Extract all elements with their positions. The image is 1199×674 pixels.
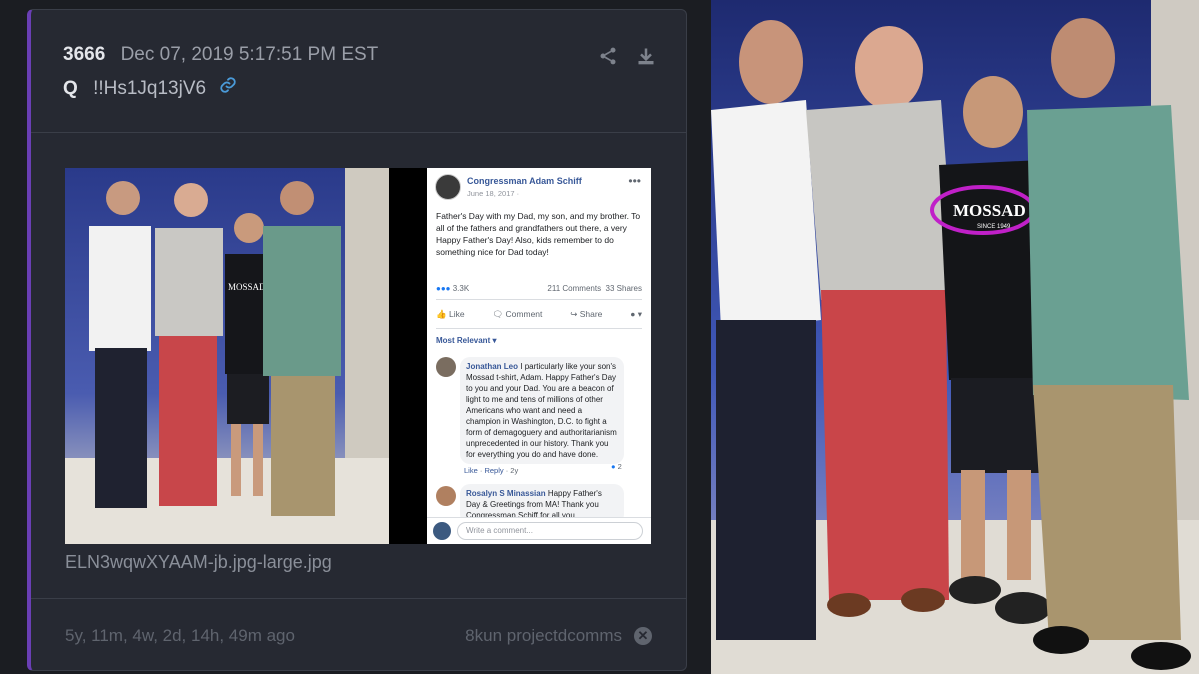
comment-like-link[interactable]: Like (464, 466, 478, 475)
audience-selector[interactable]: ● ▾ (630, 309, 642, 320)
fb-comment-count: 211 Comments (547, 284, 602, 293)
enlarged-photo: MOSSAD SINCE 1949 (711, 0, 1199, 674)
attached-image[interactable]: MOSSAD Congressman Adam Schiff June 18, … (65, 168, 651, 544)
fb-comment-button[interactable]: 🗨 Comment (492, 309, 542, 320)
post-author: Q (63, 78, 78, 99)
fb-divider (436, 328, 642, 329)
image-filename[interactable]: ELN3wqwXYAAM-jb.jpg-large.jpg (65, 552, 332, 573)
fb-divider (436, 299, 642, 300)
post-number[interactable]: 3666 (63, 44, 105, 65)
family-photo-thumbnail: MOSSAD (65, 168, 389, 544)
fb-reaction-count: ●●● 3.3K (436, 284, 470, 293)
fb-page-name[interactable]: Congressman Adam Schiff (467, 176, 582, 186)
comment-text: I particularly like your son's Mossad t-… (466, 362, 617, 459)
fb-reaction-bar: ●●● 3.3K 211 Comments 33 Shares (436, 284, 642, 293)
reaction-icons: ●●● (436, 284, 451, 293)
more-options-icon[interactable]: ••• (628, 174, 641, 188)
fb-action-buttons: 👍 Like 🗨 Comment ↪ Share ● ▾ (436, 309, 642, 320)
share-arrow-icon: ↪ (570, 309, 578, 319)
comment-age: 2y (510, 466, 519, 475)
link-icon[interactable] (219, 77, 237, 98)
comment-like-count: ● 2 (611, 462, 622, 471)
comment-author[interactable]: Rosalyn S Minassian (466, 489, 546, 498)
commenter-avatar (436, 486, 456, 506)
post-age: 5y, 11m, 4w, 2d, 14h, 49m ago (65, 626, 295, 645)
facebook-post-screenshot: Congressman Adam Schiff June 18, 2017 · … (427, 168, 651, 544)
comment-author[interactable]: Jonathan Leo (466, 362, 518, 371)
share-icon[interactable] (598, 46, 618, 66)
post-header: 3666 Dec 07, 2019 5:17:51 PM EST (63, 44, 378, 66)
post-tripcode: !!Hs1Jq13jV6 (93, 78, 207, 99)
thumbs-up-icon: 👍 (436, 309, 447, 319)
post-date: Dec 07, 2019 5:17:51 PM EST (120, 44, 379, 65)
user-avatar (433, 522, 451, 540)
like-badge-icon: ● (611, 462, 616, 471)
fb-share-button[interactable]: ↪ Share (570, 309, 602, 320)
post-card: 3666 Dec 07, 2019 5:17:51 PM EST Q !!Hs1… (27, 9, 687, 671)
fb-share-count: 33 Shares (605, 284, 642, 293)
fb-comment-input[interactable]: Write a comment... (457, 522, 643, 540)
footer-divider (31, 598, 686, 599)
fb-sort-comments[interactable]: Most Relevant ▾ (436, 336, 496, 345)
comment-icon: 🗨 (492, 309, 504, 319)
page-avatar (435, 174, 461, 200)
post-source: 8kun projectdcomms ✕ (465, 626, 652, 646)
comment-meta: Like · Reply · 2y (464, 466, 519, 475)
family-photo-enlarged: MOSSAD SINCE 1949 (711, 0, 1199, 674)
fb-post-date: June 18, 2017 · (467, 189, 520, 198)
post-author-line: Q !!Hs1Jq13jV6 (63, 76, 237, 100)
header-divider (31, 132, 686, 133)
close-icon[interactable]: ✕ (634, 627, 652, 645)
download-icon[interactable] (636, 46, 656, 66)
shirt-text: MOSSAD (953, 201, 1026, 220)
left-panel: 3666 Dec 07, 2019 5:17:51 PM EST Q !!Hs1… (0, 0, 711, 674)
fb-like-button[interactable]: 👍 Like (436, 309, 465, 320)
fb-comment: Jonathan Leo I particularly like your so… (460, 357, 624, 464)
post-actions (598, 46, 656, 66)
commenter-avatar (436, 357, 456, 377)
shirt-text-thumb: MOSSAD (228, 282, 266, 292)
comment-reply-link[interactable]: Reply (484, 466, 503, 475)
fb-post-body: Father's Day with my Dad, my son, and my… (436, 211, 641, 257)
fb-write-comment-bar: Write a comment... (427, 517, 651, 544)
post-source-label: 8kun projectdcomms (465, 626, 622, 645)
